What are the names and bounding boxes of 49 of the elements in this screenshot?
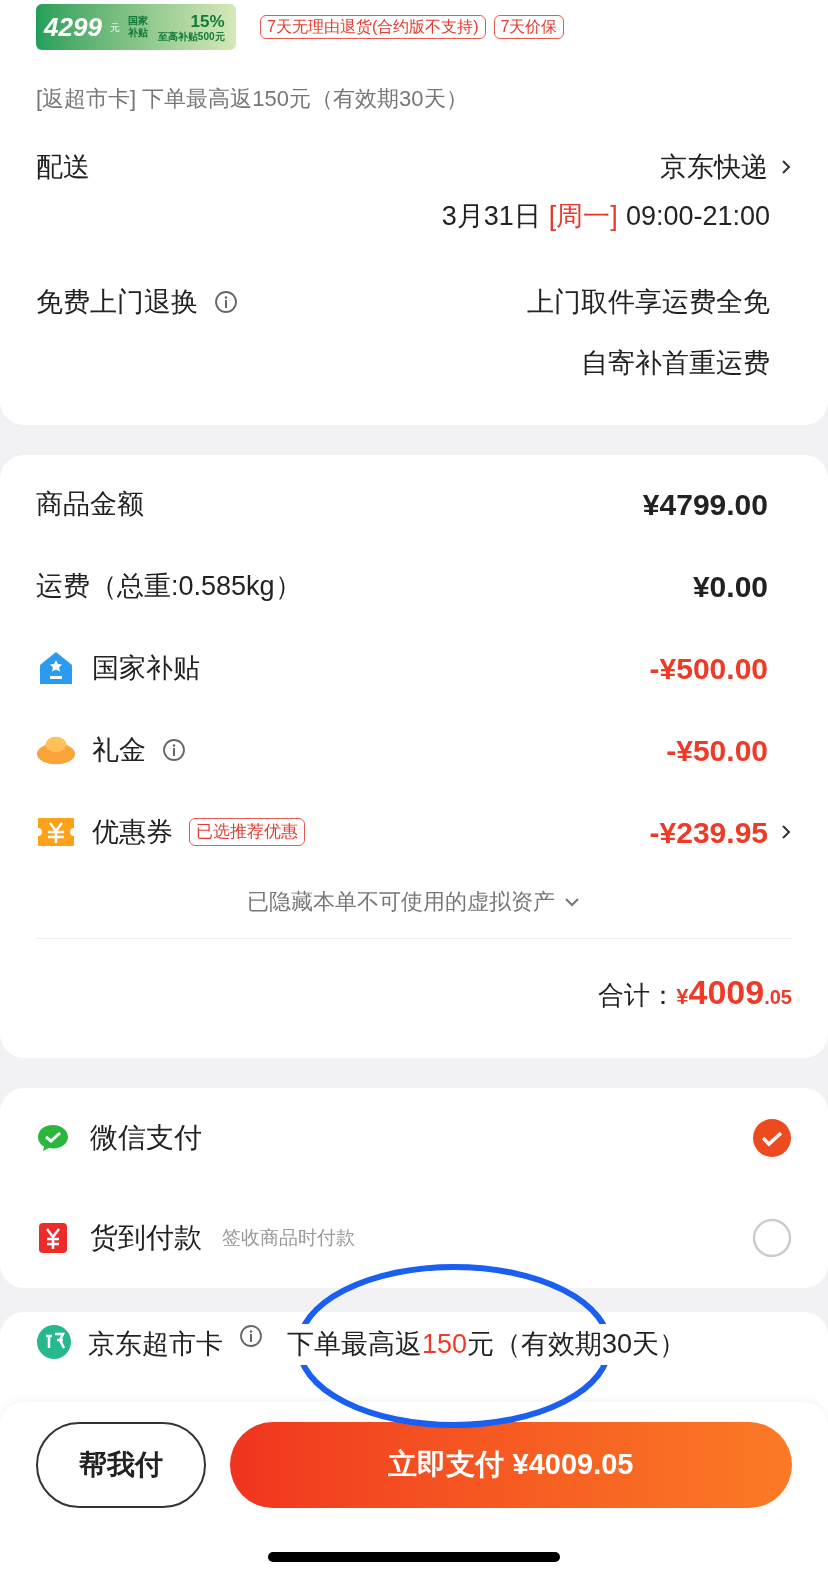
price-label: 优惠券 [92, 815, 173, 849]
delivery-label: 配送 [36, 151, 90, 184]
yen-icon [38, 1222, 68, 1254]
returns-label: 免费上门退换 [36, 286, 198, 319]
promo-percent: 15% [190, 12, 225, 30]
promo-unit: 元 [109, 20, 120, 35]
info-icon[interactable] [239, 1324, 263, 1348]
price-amount: ¥4799.00 [642, 486, 768, 523]
coupon-tag: 已选推荐优惠 [189, 818, 305, 846]
rebate-badge-icon [36, 1324, 72, 1360]
hidden-assets-toggle[interactable]: 已隐藏本单不可使用的虚拟资产 [36, 873, 792, 939]
price-amount: ¥0.00 [692, 568, 768, 605]
radio-checked[interactable] [752, 1118, 792, 1158]
delivery-weekday: [周一] [548, 199, 618, 233]
supermarket-card-label: 京东超市卡 [88, 1328, 223, 1361]
returns-info: 上门取件享运费全免 [527, 286, 770, 319]
total-integer: 4009 [688, 972, 765, 1013]
payment-method-label[interactable]: 货到付款 [90, 1217, 202, 1259]
total-decimal: .05 [764, 985, 792, 1010]
price-amount: -¥50.00 [666, 732, 768, 769]
price-amount: -¥500.00 [649, 650, 768, 687]
radio-unchecked[interactable] [752, 1218, 792, 1258]
total-label: 合计： [598, 979, 677, 1012]
chat-bubble-icon [36, 1123, 70, 1153]
price-amount: -¥239.95 [649, 814, 768, 851]
returns-info: 自寄补首重运费 [581, 346, 770, 380]
help-pay-button[interactable]: 帮我付 [36, 1422, 206, 1508]
carrier-link[interactable]: 京东快递 [660, 147, 792, 188]
ingot-icon [36, 734, 76, 766]
info-icon[interactable] [162, 738, 186, 762]
house-star-icon [37, 650, 75, 686]
price-label: 礼金 [92, 733, 146, 767]
price-label: 运费（总重:0.585kg） [36, 569, 302, 603]
price-label: 国家补贴 [92, 651, 200, 685]
promo-cap: 至高补贴500元 [157, 31, 225, 42]
info-icon[interactable] [214, 290, 238, 315]
total-currency: ¥ [676, 984, 689, 1011]
delivery-date: 3月31日 [441, 199, 541, 233]
payment-method-label[interactable]: 微信支付 [90, 1117, 202, 1159]
delivery-time: 09:00-21:00 [625, 199, 770, 233]
chevron-down-icon [563, 895, 581, 908]
price-label: 商品金额 [36, 487, 144, 521]
rebate-note: [返超市卡] 下单最高返150元（有效期30天） [36, 85, 469, 113]
promo-label: 国家补贴 [127, 14, 149, 40]
service-tag: 7天价保 [493, 15, 565, 39]
coupon-icon [36, 816, 76, 848]
service-tag: 7天无理由退货(合约版不支持) [260, 15, 486, 39]
promo-price: 4299 [44, 14, 102, 40]
payment-hint: 签收商品时付款 [222, 1225, 355, 1250]
